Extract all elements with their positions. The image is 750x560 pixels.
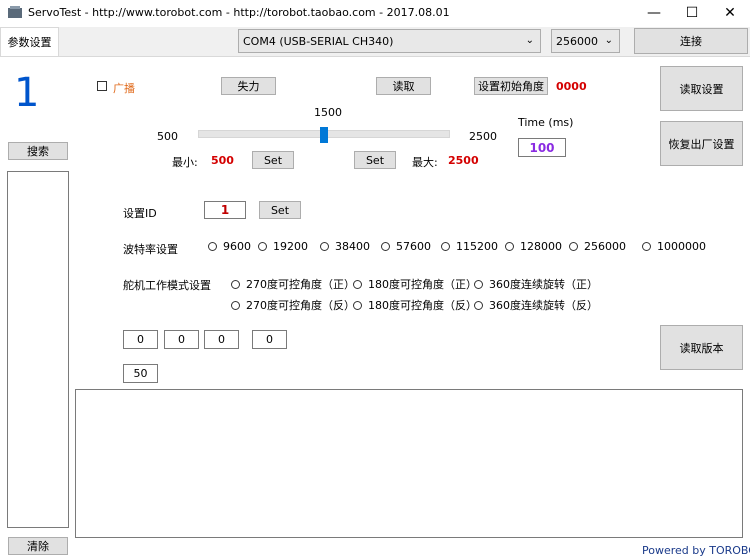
- mode-radio-270-fwd[interactable]: 270度可控角度（正）: [231, 276, 355, 292]
- radio-icon: [231, 279, 240, 289]
- mode-radio-180-rev[interactable]: 180度可控角度（反）: [353, 297, 477, 313]
- slider-min-label: 500: [157, 130, 178, 143]
- baud-setting-label: 波特率设置: [123, 243, 178, 256]
- radio-icon: [569, 242, 578, 251]
- radio-label: 9600: [223, 240, 251, 253]
- baud-radio-9600[interactable]: 9600: [208, 240, 251, 253]
- radio-label: 360度连续旋转（正）: [489, 278, 598, 291]
- radio-label: 38400: [335, 240, 370, 253]
- radio-label: 128000: [520, 240, 562, 253]
- mode-radio-270-rev[interactable]: 270度可控角度（反）: [231, 297, 355, 313]
- radio-label: 19200: [273, 240, 308, 253]
- init-angle-value: 0000: [556, 80, 587, 93]
- baud-radio-38400[interactable]: 38400: [320, 240, 370, 253]
- baud-select-value: 256000: [556, 34, 598, 48]
- window-title: ServoTest - http://www.torobot.com - htt…: [28, 6, 450, 19]
- lose-power-button[interactable]: 失力: [221, 77, 276, 95]
- mode-radio-360-rev[interactable]: 360度连续旋转（反）: [474, 297, 598, 313]
- radio-label: 270度可控角度（正）: [246, 278, 355, 291]
- number-field-5[interactable]: 50: [123, 364, 158, 383]
- footer-powered-by: Powered by TOROBOT: [642, 544, 750, 557]
- number-field-3[interactable]: 0: [204, 330, 239, 349]
- port-select[interactable]: COM4 (USB-SERIAL CH340) ⌄: [238, 29, 541, 53]
- set-min-button[interactable]: Set: [252, 151, 294, 169]
- min-label: 最小:: [172, 156, 198, 169]
- radio-icon: [353, 279, 362, 289]
- servo-list[interactable]: [7, 171, 69, 528]
- set-max-button[interactable]: Set: [354, 151, 396, 169]
- servo-id-display: 1: [14, 70, 40, 116]
- baud-radio-19200[interactable]: 19200: [258, 240, 308, 253]
- min-value: 500: [211, 154, 234, 167]
- read-button[interactable]: 读取: [376, 77, 431, 95]
- minimize-icon[interactable]: —: [635, 0, 673, 26]
- number-field-2[interactable]: 0: [164, 330, 199, 349]
- mode-setting-label: 舵机工作模式设置: [123, 279, 211, 292]
- slider-current-label: 1500: [314, 106, 342, 119]
- chevron-down-icon: ⌄: [525, 35, 534, 46]
- radio-label: 360度连续旋转（反）: [489, 299, 598, 312]
- radio-label: 180度可控角度（反）: [368, 299, 477, 312]
- set-id-button[interactable]: Set: [259, 201, 301, 219]
- number-field-4[interactable]: 0: [252, 330, 287, 349]
- radio-label: 115200: [456, 240, 498, 253]
- radio-label: 180度可控角度（正）: [368, 278, 477, 291]
- mode-radio-360-fwd[interactable]: 360度连续旋转（正）: [474, 276, 598, 292]
- tab-params[interactable]: 参数设置: [0, 27, 59, 56]
- radio-icon: [505, 242, 514, 251]
- title-bar: ServoTest - http://www.torobot.com - htt…: [0, 0, 750, 26]
- radio-icon: [258, 242, 267, 251]
- app-icon: [8, 6, 22, 18]
- servo-slider-thumb[interactable]: [320, 127, 328, 143]
- read-settings-button[interactable]: 读取设置: [660, 66, 743, 111]
- radio-label: 256000: [584, 240, 626, 253]
- search-button[interactable]: 搜索: [8, 142, 68, 160]
- radio-icon: [381, 242, 390, 251]
- port-select-value: COM4 (USB-SERIAL CH340): [243, 34, 394, 48]
- radio-icon: [474, 279, 483, 289]
- mode-radio-180-fwd[interactable]: 180度可控角度（正）: [353, 276, 477, 292]
- read-version-button[interactable]: 读取版本: [660, 325, 743, 370]
- maximize-icon[interactable]: ☐: [673, 0, 711, 26]
- set-id-label: 设置ID: [123, 207, 157, 220]
- set-id-field[interactable]: 1: [204, 201, 246, 219]
- radio-icon: [353, 300, 362, 310]
- baud-radio-1000000[interactable]: 1000000: [642, 240, 706, 253]
- baud-radio-128000[interactable]: 128000: [505, 240, 562, 253]
- time-field[interactable]: 100: [518, 138, 566, 157]
- max-label: 最大:: [412, 156, 438, 169]
- clear-button[interactable]: 清除: [8, 537, 68, 555]
- slider-max-label: 2500: [469, 130, 497, 143]
- restore-factory-button[interactable]: 恢复出厂设置: [660, 121, 743, 166]
- tab-label: 参数设置: [7, 36, 52, 49]
- radio-icon: [320, 242, 329, 251]
- radio-icon: [474, 300, 483, 310]
- radio-icon: [642, 242, 651, 251]
- log-textarea[interactable]: [75, 389, 743, 538]
- number-field-1[interactable]: 0: [123, 330, 158, 349]
- radio-label: 270度可控角度（反）: [246, 299, 355, 312]
- baud-select[interactable]: 256000 ⌄: [551, 29, 620, 53]
- connect-button[interactable]: 连接: [634, 28, 748, 54]
- chevron-down-icon: ⌄: [604, 35, 613, 46]
- radio-icon: [441, 242, 450, 251]
- time-label: Time (ms): [518, 116, 574, 129]
- broadcast-label: 广播: [113, 82, 135, 95]
- broadcast-checkbox[interactable]: [97, 81, 107, 91]
- max-value: 2500: [448, 154, 479, 167]
- radio-label: 57600: [396, 240, 431, 253]
- set-init-angle-button[interactable]: 设置初始角度: [474, 77, 548, 95]
- baud-radio-256000[interactable]: 256000: [569, 240, 626, 253]
- baud-radio-57600[interactable]: 57600: [381, 240, 431, 253]
- baud-radio-115200[interactable]: 115200: [441, 240, 498, 253]
- close-icon[interactable]: ✕: [711, 0, 749, 26]
- radio-icon: [231, 300, 240, 310]
- radio-icon: [208, 242, 217, 251]
- radio-label: 1000000: [657, 240, 706, 253]
